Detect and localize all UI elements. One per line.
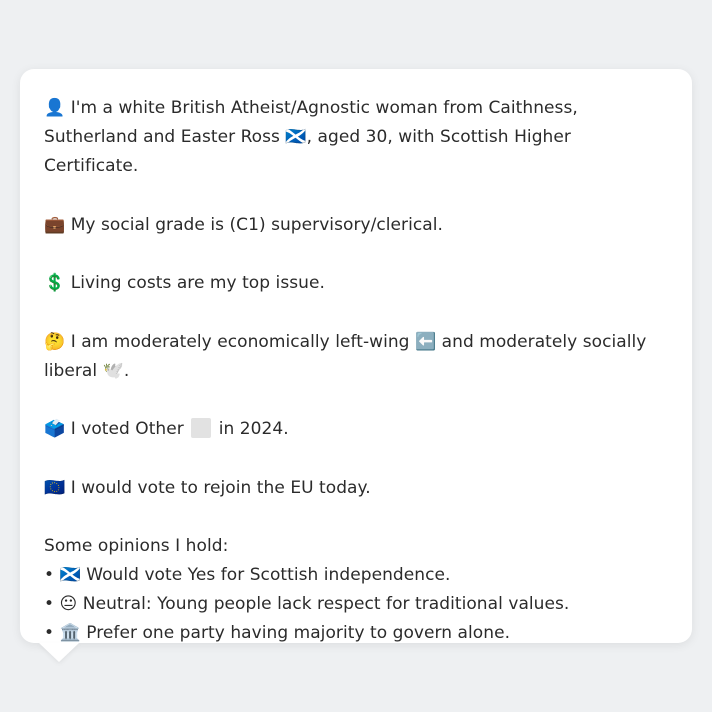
vote-2024-text-b: in 2024. <box>213 419 289 439</box>
bullet: • <box>44 565 55 585</box>
eu-line: 🇪🇺 I would vote to rejoin the EU today. <box>44 474 668 503</box>
top-issue-text: Living costs are my top issue. <box>70 273 325 293</box>
briefcase-icon: 💼 <box>44 214 66 235</box>
list-item: • 😐 Neutral: Young people lack respect f… <box>44 590 668 619</box>
identity-line: 👤 I'm a white British Atheist/Agnostic w… <box>44 94 668 181</box>
vote-2024-line: 🗳️ I voted Other in 2024. <box>44 415 668 444</box>
opinions-section: Some opinions I hold: • 🏴󠁧󠁢󠁳󠁣󠁴󠁿 Would vo… <box>44 532 668 648</box>
opinion-text: Would vote Yes for Scottish independence… <box>86 565 451 585</box>
persona-card: 👤 I'm a white British Atheist/Agnostic w… <box>20 69 692 643</box>
top-issue-line: 💲 Living costs are my top issue. <box>44 269 668 298</box>
ideology-text-c: . <box>123 360 130 381</box>
ballot-box-icon: 🗳️ <box>44 419 66 439</box>
list-item: • 🏴󠁧󠁢󠁳󠁣󠁴󠁿 Would vote Yes for Scottish in… <box>44 561 668 590</box>
opinion-text: Prefer one party having majority to gove… <box>86 623 511 643</box>
social-grade-line: 💼 My social grade is (C1) supervisory/cl… <box>44 211 668 240</box>
opinions-heading: Some opinions I hold: <box>44 536 229 556</box>
dollar-icon: 💲 <box>44 273 66 293</box>
eu-text: I would vote to rejoin the EU today. <box>70 477 371 498</box>
ideology-text-a: I am moderately economically left-wing <box>70 331 415 352</box>
bullet: • <box>44 594 55 614</box>
vote-2024-text-a: I voted Other <box>70 419 190 439</box>
other-party-swatch <box>191 418 212 438</box>
eu-flag-icon: 🇪🇺 <box>44 477 66 498</box>
bubble-tail <box>39 643 79 662</box>
ideology-line: 🤔 I am moderately economically left-wing… <box>44 328 668 386</box>
neutral-face-icon: 😐 <box>59 594 78 614</box>
opinion-text: Neutral: Young people lack respect for t… <box>82 594 570 614</box>
left-arrow-icon: ⬅️ <box>414 331 437 352</box>
list-item: • 🏛️ Prefer one party having majority to… <box>44 619 668 648</box>
scotland-flag-icon: 🏴󠁧󠁢󠁳󠁣󠁴󠁿 <box>285 127 307 147</box>
thinking-face-icon: 🤔 <box>44 331 66 352</box>
dove-icon: 🕊️ <box>102 360 124 381</box>
social-grade-text: My social grade is (C1) supervisory/cler… <box>70 214 443 235</box>
scotland-flag-icon: 🏴󠁧󠁢󠁳󠁣󠁴󠁿 <box>59 565 81 585</box>
bullet: • <box>44 623 55 643</box>
person-icon: 👤 <box>44 98 66 118</box>
opinions-list: • 🏴󠁧󠁢󠁳󠁣󠁴󠁿 Would vote Yes for Scottish in… <box>44 561 668 648</box>
